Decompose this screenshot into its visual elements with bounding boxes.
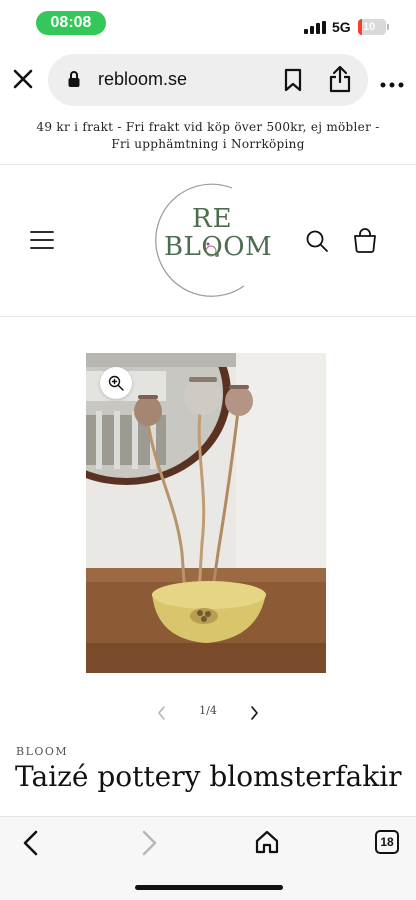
more-icon[interactable] [380, 76, 404, 88]
announcement-bar: 49 kr i frakt - Fri frakt vid köp över 5… [0, 114, 416, 164]
status-bar: 08:08 5G 10 [0, 0, 416, 46]
status-time[interactable]: 08:08 [36, 11, 106, 35]
logo-text-bottom: BLOOM [164, 232, 273, 262]
slider-next-button[interactable] [246, 704, 262, 722]
tabs-button[interactable]: 18 [375, 830, 399, 854]
forward-icon[interactable] [138, 829, 160, 857]
close-icon[interactable] [10, 66, 36, 92]
battery-level: 10 [363, 21, 376, 33]
slider-counter: 1/4 [199, 704, 217, 717]
product-vendor: BLOOM [16, 745, 69, 758]
divider [0, 164, 416, 165]
url-text[interactable]: rebloom.se [98, 69, 187, 90]
announcement-line-1: 49 kr i frakt - Fri frakt vid köp över 5… [36, 120, 380, 134]
slider-prev-button[interactable] [154, 704, 170, 722]
home-icon[interactable] [254, 829, 280, 855]
lock-icon [68, 70, 80, 88]
share-icon[interactable] [328, 65, 352, 93]
product-title: Taizé pottery blomsterfakir [15, 760, 402, 793]
battery-icon: 10 [358, 19, 386, 35]
logo-text-top: RE [192, 204, 233, 234]
network-type: 5G [332, 19, 351, 35]
divider [0, 316, 416, 317]
menu-icon[interactable] [30, 230, 54, 250]
announcement-line-2: Fri upphämtning i Norrköping [111, 137, 305, 151]
zoom-icon[interactable] [100, 367, 132, 399]
home-indicator [135, 885, 283, 890]
bookmark-icon[interactable] [282, 68, 304, 92]
signal-icon [304, 21, 328, 34]
site-logo[interactable]: RE BLOOM [140, 180, 272, 300]
url-bar[interactable]: rebloom.se [48, 54, 368, 106]
product-image[interactable] [86, 353, 326, 673]
cart-icon[interactable] [352, 228, 378, 254]
back-icon[interactable] [20, 829, 42, 857]
battery-cap [387, 24, 389, 30]
search-icon[interactable] [305, 229, 329, 253]
